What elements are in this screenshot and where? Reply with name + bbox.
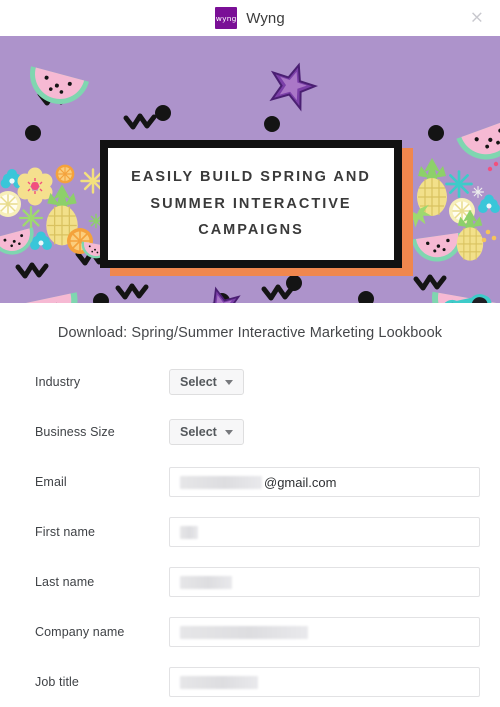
field-row-first-name: First name xyxy=(0,507,500,557)
field-row-email: Email @gmail.com xyxy=(0,457,500,507)
field-row-business-size: Business Size Select xyxy=(0,407,500,457)
modal-header: wyng Wyng × xyxy=(0,0,500,36)
company-name-input[interactable] xyxy=(169,617,480,647)
label-industry: Industry xyxy=(35,375,81,389)
brand-title: Wyng xyxy=(246,9,285,27)
label-job-title: Job title xyxy=(35,675,79,689)
label-last-name: Last name xyxy=(35,575,95,589)
business-size-select[interactable]: Select xyxy=(169,419,244,445)
form-title: Download: Spring/Summer Interactive Mark… xyxy=(57,325,443,341)
field-row-job-title: Job title xyxy=(0,657,500,707)
brand: wyng Wyng xyxy=(215,7,285,29)
label-company-name: Company name xyxy=(35,625,125,639)
label-first-name: First name xyxy=(35,525,96,539)
hero-banner: EASILY BUILD SPRING AND SUMMER INTERACTI… xyxy=(0,36,500,303)
download-form: Download: Spring/Summer Interactive Mark… xyxy=(0,303,500,707)
redacted-value xyxy=(180,625,308,639)
field-row-company-name: Company name xyxy=(0,607,500,657)
redacted-value xyxy=(180,575,232,589)
headline-box: EASILY BUILD SPRING AND SUMMER INTERACTI… xyxy=(100,140,402,268)
industry-select-value: Select xyxy=(180,375,217,389)
redacted-value xyxy=(180,675,258,689)
industry-select[interactable]: Select xyxy=(169,369,244,395)
last-name-input[interactable] xyxy=(169,567,480,597)
chevron-down-icon xyxy=(224,429,233,435)
chevron-down-icon xyxy=(224,379,233,385)
first-name-input[interactable] xyxy=(169,517,480,547)
label-email: Email xyxy=(35,475,67,489)
job-title-input[interactable] xyxy=(169,667,480,697)
wyng-logo-icon: wyng xyxy=(215,7,238,29)
close-icon[interactable]: × xyxy=(466,8,488,29)
email-domain: @gmail.com xyxy=(264,474,337,490)
email-input[interactable]: @gmail.com xyxy=(169,467,480,497)
hero-headline: EASILY BUILD SPRING AND SUMMER INTERACTI… xyxy=(131,168,371,239)
label-business-size: Business Size xyxy=(35,425,115,439)
redacted-value xyxy=(180,475,262,489)
field-row-industry: Industry Select xyxy=(0,357,500,407)
business-size-select-value: Select xyxy=(180,425,217,439)
redacted-value xyxy=(180,525,198,539)
field-row-last-name: Last name xyxy=(0,557,500,607)
wyng-logo-text: wyng xyxy=(215,13,237,23)
